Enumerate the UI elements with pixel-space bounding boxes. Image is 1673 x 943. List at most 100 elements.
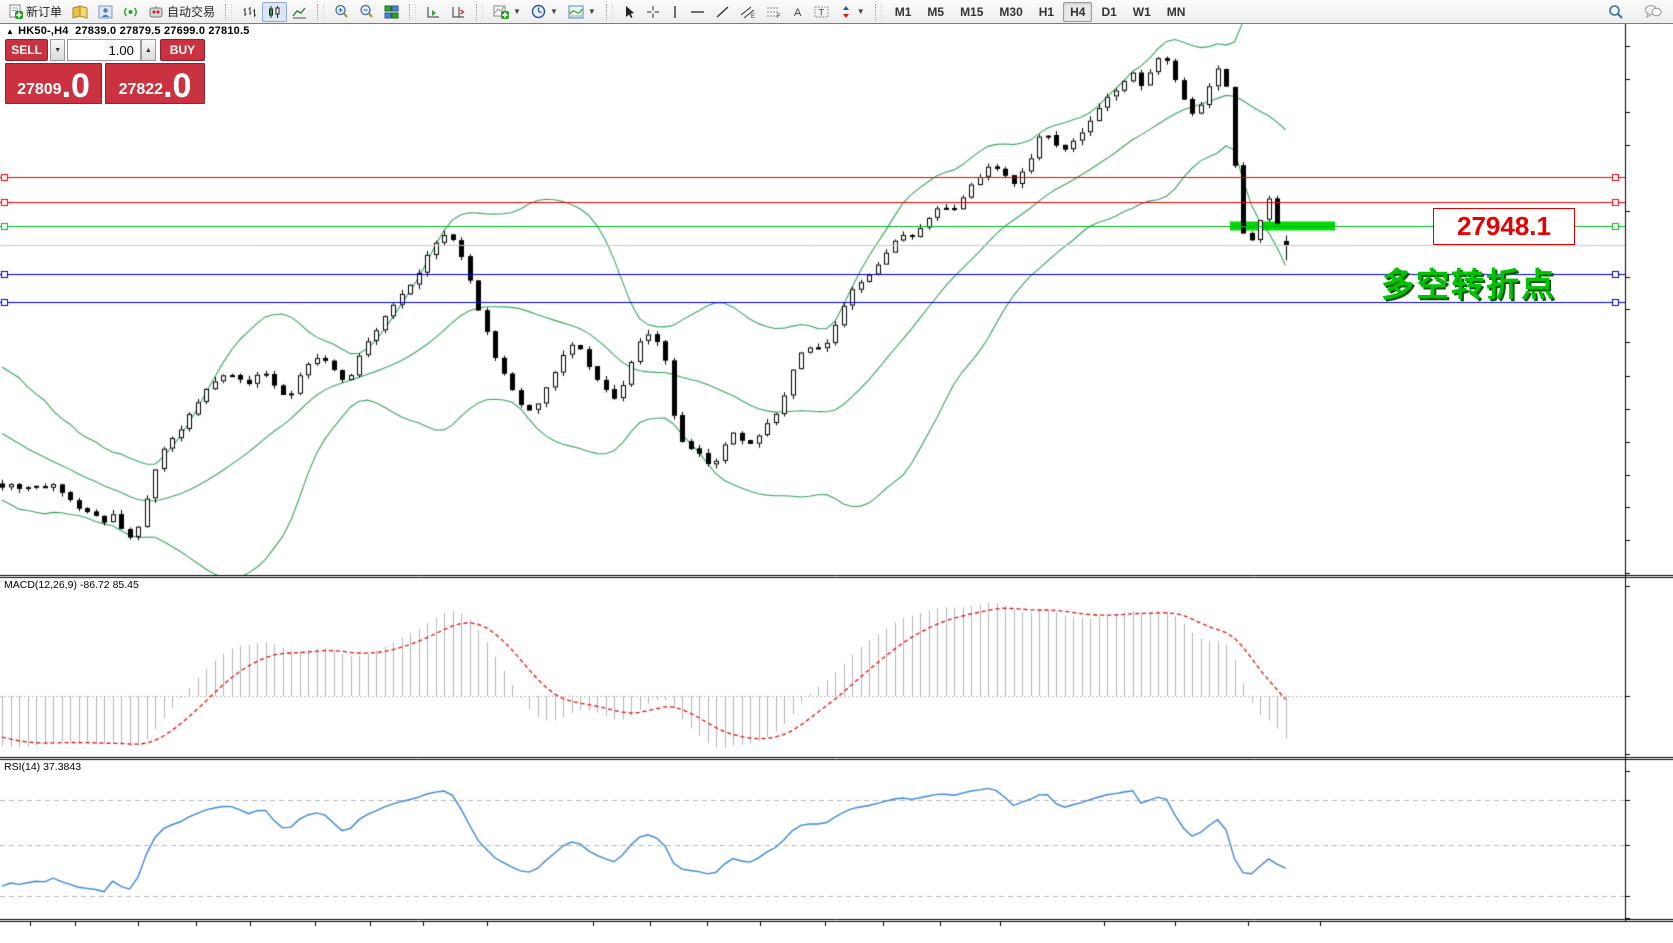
buy-price: 27822 [119, 82, 164, 98]
toolbar-grip [875, 4, 882, 20]
equidistant-channel-button[interactable]: E [735, 2, 761, 22]
svg-text:A: A [794, 7, 802, 19]
zoom-out-icon [359, 4, 374, 19]
svg-text:F: F [777, 14, 781, 19]
buy-price-pips: .0 [163, 72, 191, 101]
templates-button[interactable]: ▼ [563, 2, 601, 22]
fibonacci-icon: F [766, 5, 782, 19]
market-watch-button[interactable] [67, 2, 93, 22]
volume-increase-button[interactable]: ▲ [141, 39, 156, 61]
chat-icon[interactable] [1639, 1, 1667, 22]
buy-price-box[interactable]: 27822.0 [105, 63, 205, 104]
vertical-line-button[interactable] [665, 2, 685, 22]
timeframe-mn-button[interactable]: MN [1160, 2, 1193, 22]
rsi-label: RSI(14) 37.3843 [4, 761, 81, 773]
zoom-in-button[interactable] [329, 1, 354, 22]
toolbar-grip [409, 4, 416, 20]
sell-button[interactable]: SELL [5, 39, 48, 61]
new-order-icon [8, 4, 23, 19]
autotrading-label: 自动交易 [167, 3, 215, 20]
new-order-label: 新订单 [26, 3, 62, 20]
vertical-line-icon [670, 5, 680, 19]
timeframe-h1-button[interactable]: H1 [1032, 2, 1061, 22]
crosshair-button[interactable] [641, 2, 665, 22]
text-label-button[interactable]: T [809, 2, 834, 22]
cursor-icon [623, 5, 636, 19]
trendline-icon [715, 5, 730, 19]
text-label-icon: T [814, 5, 829, 19]
new-order-button[interactable]: 新订单 [3, 0, 67, 23]
svg-text:T: T [818, 7, 824, 17]
symbol-ohlc: 27839.0 27879.5 27699.0 27810.5 [75, 25, 249, 37]
autotrading-icon [148, 5, 164, 19]
timeframe-m30-button[interactable]: M30 [992, 2, 1029, 22]
one-click-trading-panel: SELL ▼ 1.00 ▲ BUY 27809.0 27822.0 [5, 39, 205, 104]
text-a-icon: A [792, 5, 804, 19]
candlestick-chart-button[interactable] [262, 2, 287, 22]
indicators-button[interactable]: ▼ [488, 1, 526, 22]
timeframe-m1-button[interactable]: M1 [888, 2, 919, 22]
chevron-down-icon: ▼ [550, 7, 558, 16]
indicators-icon [493, 4, 509, 19]
arrows-button[interactable]: ▼ [834, 2, 870, 22]
auto-scroll-icon [426, 5, 441, 19]
zoom-out-button[interactable] [354, 1, 379, 22]
collapse-arrow-icon[interactable]: ▲ [6, 27, 14, 36]
volume-input[interactable]: 1.00 [67, 39, 141, 61]
signal-button[interactable] [118, 2, 143, 22]
mt4-terminal: 新订单 自动交易 ▼ ▼ [0, 0, 1673, 943]
arrows-icon [839, 5, 853, 19]
volume-decrease-button[interactable]: ▼ [50, 39, 65, 61]
chevron-down-icon: ▼ [588, 7, 596, 16]
chevron-down-icon: ▼ [857, 7, 865, 16]
timeframe-group: M1M5M15M30H1H4D1W1MN [884, 0, 1197, 23]
toolbar: 新订单 自动交易 ▼ ▼ [0, 0, 1673, 24]
profile-icon [98, 5, 113, 19]
clock-icon [531, 4, 546, 19]
sell-price-pips: .0 [62, 72, 90, 101]
auto-scroll-button[interactable] [421, 2, 446, 22]
symbol-info-bar: ▲ HK50-,H4 27839.0 27879.5 27699.0 27810.… [6, 25, 250, 37]
search-icon[interactable] [1603, 1, 1629, 23]
turning-point-annotation[interactable]: 多空转折点 [1381, 258, 1556, 306]
line-chart-button[interactable] [287, 2, 312, 22]
chart-shift-icon [451, 5, 466, 19]
chevron-down-icon: ▼ [513, 7, 521, 16]
sell-price-box[interactable]: 27809.0 [5, 63, 102, 104]
periods-button[interactable]: ▼ [526, 1, 563, 22]
zoom-in-icon [334, 4, 349, 19]
toolbar-grip [476, 4, 483, 20]
macd-label: MACD(12,26,9) -86.72 85.45 [4, 579, 139, 591]
autotrading-button[interactable]: 自动交易 [143, 0, 220, 23]
timeframe-m5-button[interactable]: M5 [920, 2, 951, 22]
signal-icon [123, 5, 138, 19]
horizontal-line-icon [690, 5, 705, 19]
template-icon [568, 5, 584, 19]
toolbar-grip [317, 4, 324, 20]
horizontal-line-button[interactable] [685, 2, 710, 22]
toolbar-grip [606, 4, 613, 20]
timeframe-m15-button[interactable]: M15 [953, 2, 990, 22]
tile-windows-button[interactable] [379, 2, 404, 22]
price-chart-canvas[interactable] [0, 0, 1673, 943]
symbol-name: HK50-,H4 [18, 25, 69, 37]
fibonacci-button[interactable]: F [761, 2, 787, 22]
toolbar-grip [225, 4, 232, 20]
chart-shift-button[interactable] [446, 2, 471, 22]
cursor-button[interactable] [618, 2, 641, 22]
trendline-button[interactable] [710, 2, 735, 22]
profile-button[interactable] [93, 2, 118, 22]
timeframe-d1-button[interactable]: D1 [1094, 2, 1123, 22]
timeframe-w1-button[interactable]: W1 [1126, 2, 1158, 22]
line-chart-icon [292, 5, 307, 19]
price-callout-box[interactable]: 27948.1 [1433, 208, 1575, 245]
tile-windows-icon [384, 5, 399, 19]
candlestick-chart-icon [267, 5, 282, 19]
bar-chart-button[interactable] [237, 2, 262, 22]
text-button[interactable]: A [787, 2, 809, 22]
svg-text:E: E [751, 14, 755, 19]
buy-button[interactable]: BUY [160, 39, 205, 61]
bar-chart-icon [242, 5, 257, 19]
sell-price: 27809 [17, 82, 62, 98]
timeframe-h4-button[interactable]: H4 [1063, 2, 1092, 22]
